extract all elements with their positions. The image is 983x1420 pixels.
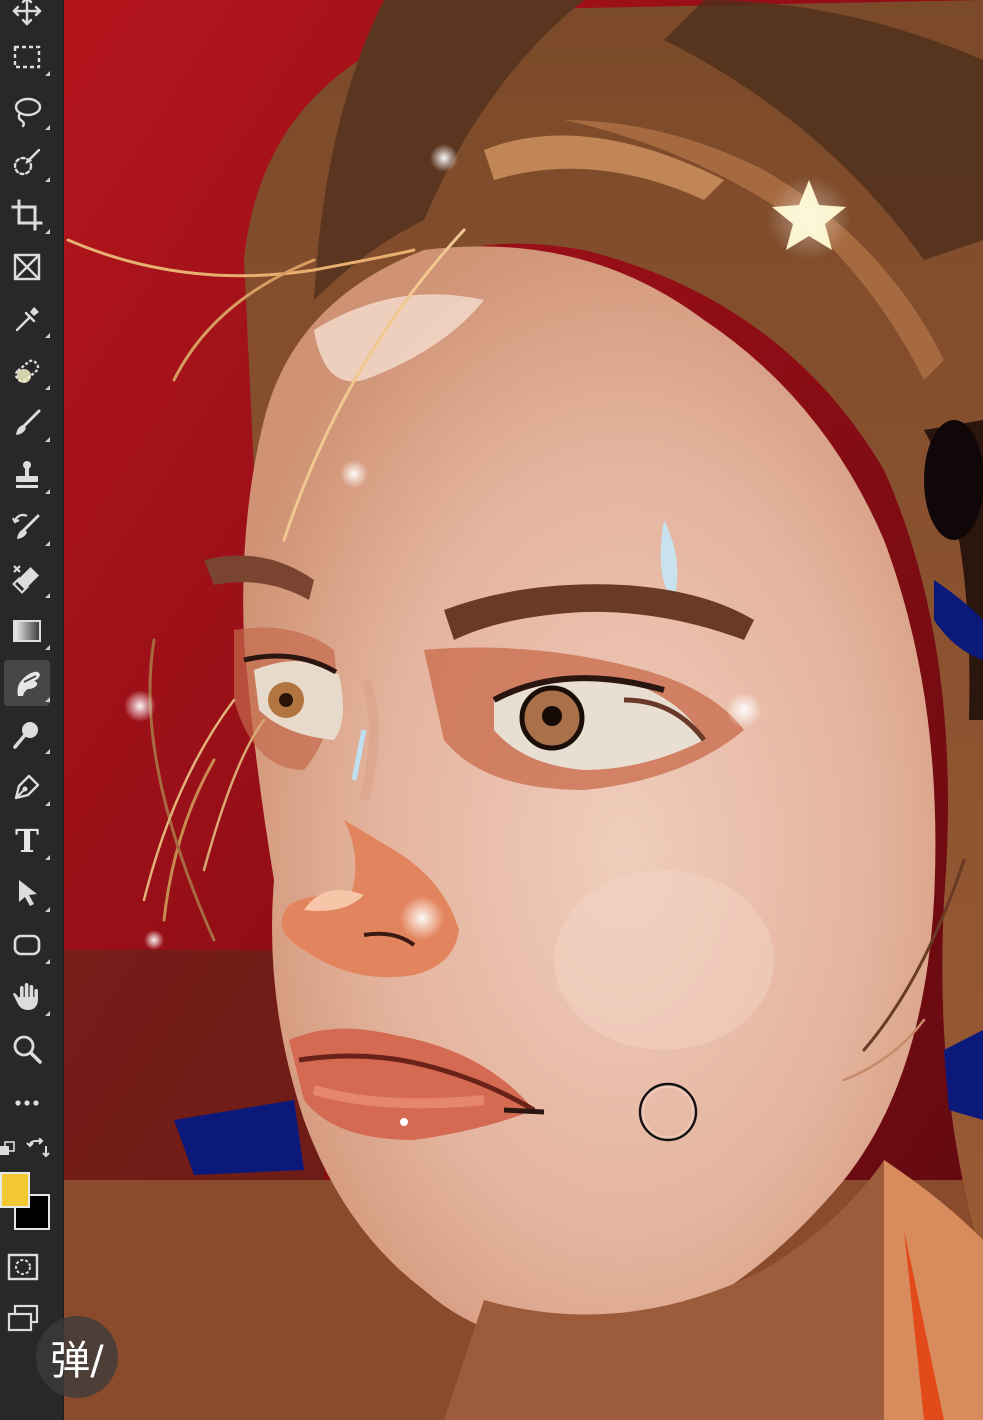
default-colors-icon[interactable] — [0, 1140, 16, 1158]
path-selection-tool[interactable] — [4, 870, 50, 916]
rectangular-marquee-icon — [13, 45, 41, 69]
frame-tool[interactable] — [4, 244, 50, 290]
move-icon — [12, 0, 42, 26]
painting-artwork — [64, 0, 983, 1420]
tools-panel: T — [0, 0, 64, 1420]
edit-toolbar-button[interactable] — [4, 1080, 50, 1126]
smudge-icon — [17, 671, 40, 696]
dodge-tool[interactable] — [4, 712, 50, 758]
lasso-icon — [14, 97, 42, 128]
document-canvas[interactable] — [64, 0, 983, 1420]
danmaku-label: 弹/ — [50, 1338, 104, 1384]
hand-tool[interactable] — [4, 974, 50, 1020]
zoom-tool[interactable] — [4, 1026, 50, 1072]
rectangle-shape-tool[interactable] — [4, 922, 50, 968]
hand-icon — [13, 983, 38, 1010]
clone-stamp-tool[interactable] — [4, 452, 50, 498]
screen-mode-icon[interactable] — [6, 1302, 40, 1336]
pen-tool[interactable] — [4, 764, 50, 810]
move-tool[interactable] — [4, 0, 50, 34]
gradient-icon — [13, 620, 41, 642]
type-icon: T — [15, 822, 39, 860]
eraser-tool[interactable] — [4, 556, 50, 602]
path-selection-icon — [19, 880, 37, 906]
history-brush-tool[interactable] — [4, 504, 50, 550]
type-tool[interactable]: T — [4, 818, 50, 864]
zoom-icon — [13, 1035, 42, 1064]
healing-brush-icon — [14, 359, 40, 383]
eyedropper-icon — [15, 307, 39, 332]
frame-icon — [13, 253, 41, 281]
healing-brush-tool[interactable] — [4, 348, 50, 394]
lasso-tool[interactable] — [4, 88, 50, 134]
quick-mask-icon[interactable] — [6, 1250, 40, 1284]
dodge-icon — [13, 722, 38, 749]
danmaku-toggle-button[interactable]: 弹/ — [36, 1316, 118, 1398]
history-brush-icon — [12, 513, 40, 539]
crop-icon — [11, 199, 43, 231]
clone-stamp-icon — [16, 461, 38, 488]
eyedropper-tool[interactable] — [4, 296, 50, 342]
quick-selection-icon — [13, 148, 41, 176]
foreground-color-swatch[interactable] — [0, 1172, 30, 1208]
rectangular-marquee-tool[interactable] — [4, 34, 50, 80]
swap-colors-icon[interactable] — [26, 1138, 50, 1162]
pen-icon — [14, 774, 40, 800]
brush-tool[interactable] — [4, 400, 50, 446]
more-icon — [15, 1100, 39, 1106]
eraser-icon — [12, 565, 40, 594]
brush-icon — [16, 409, 41, 435]
gradient-tool[interactable] — [4, 608, 50, 654]
quick-selection-tool[interactable] — [4, 140, 50, 186]
crop-tool[interactable] — [4, 192, 50, 238]
rectangle-shape-icon — [13, 934, 41, 956]
smudge-tool[interactable] — [4, 660, 50, 706]
